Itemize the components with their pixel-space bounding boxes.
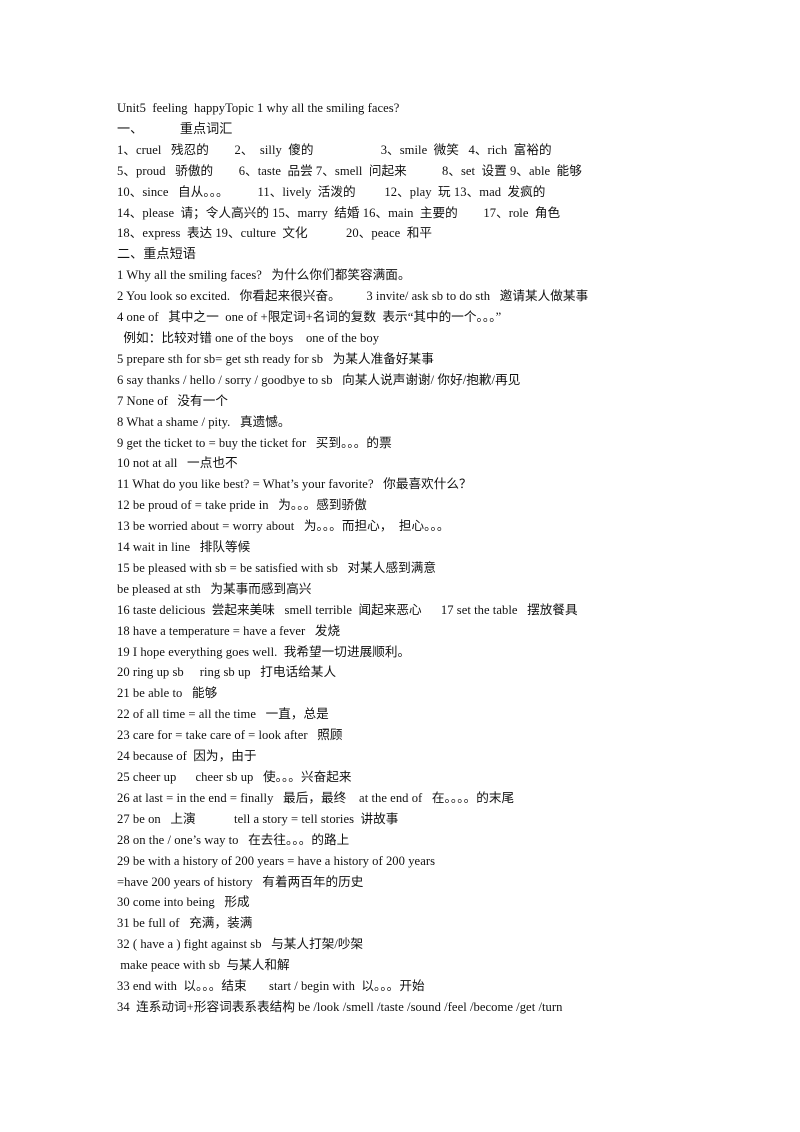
vocab-line: 1、cruel 残忍的 2、 silly 傻的 3、smile 微笑 4、ric… bbox=[117, 142, 552, 157]
phrase-line: be pleased at sth 为某事而感到高兴 bbox=[117, 581, 312, 596]
phrase-line: make peace with sb 与某人和解 bbox=[117, 958, 290, 973]
phrase-line: 4 one of 其中之一 one of +限定词+名词的复数 表示“其中的一个… bbox=[117, 310, 502, 325]
phrase-line: 29 be with a history of 200 years = have… bbox=[117, 853, 436, 868]
phrase-line: 9 get the ticket to = buy the ticket for… bbox=[117, 435, 392, 450]
phrase-line: 26 at last = in the end = finally 最后，最终 … bbox=[117, 790, 515, 805]
phrase-line: 34 连系动词+形容词表系表结构 be /look /smell /taste … bbox=[117, 999, 563, 1014]
phrase-line: 7 None of 没有一个 bbox=[117, 393, 228, 408]
vocab-line: 10、since 自从。。。 11、lively 活泼的 12、play 玩 1… bbox=[117, 184, 546, 199]
phrase-line: 6 say thanks / hello / sorry / goodbye t… bbox=[117, 372, 521, 387]
phrase-line: 14 wait in line 排队等候 bbox=[117, 540, 251, 555]
phrase-line: 33 end with 以。。。结束 start / begin with 以。… bbox=[117, 979, 425, 994]
phrase-line: 30 come into being 形成 bbox=[117, 895, 250, 910]
phrase-line: =have 200 years of history 有着两百年的历史 bbox=[117, 874, 364, 889]
phrase-line: 15 be pleased with sb = be satisfied wit… bbox=[117, 560, 437, 575]
section-heading-phrases: 二、重点短语 bbox=[117, 246, 196, 262]
phrase-line: 13 be worried about = worry about 为。。。而担… bbox=[117, 519, 450, 534]
phrase-line: 19 I hope everything goes well. 我希望一切进展顺… bbox=[117, 644, 411, 659]
section-heading-vocabulary: 一、 重点词汇 bbox=[117, 120, 233, 136]
phrase-line: 20 ring up sb ring sb up 打电话给某人 bbox=[117, 665, 337, 680]
vocab-line: 5、proud 骄傲的 6、taste 品尝 7、smell 问起来 8、set… bbox=[117, 163, 582, 178]
phrase-line: 31 be full of 充满，装满 bbox=[117, 916, 253, 931]
phrase-line: 18 have a temperature = have a fever 发烧 bbox=[117, 623, 341, 638]
document-body: Unit5 feeling happyTopic 1 why all the s… bbox=[117, 98, 717, 1039]
phrase-line: 25 cheer up cheer sb up 使。。。兴奋起来 bbox=[117, 770, 352, 784]
phrase-line: 21 be able to 能够 bbox=[117, 686, 218, 701]
vocab-line: 14、please 请；令人高兴的 15、marry 结婚 16、main 主要… bbox=[117, 205, 561, 220]
phrase-line: 32 ( have a ) fight against sb 与某人打架/吵架 bbox=[117, 937, 364, 952]
phrase-line bbox=[117, 1018, 717, 1039]
phrase-line: 27 be on 上演 tell a story = tell stories … bbox=[117, 811, 399, 826]
phrase-line: 12 be proud of = take pride in 为。。。感到骄傲 bbox=[117, 498, 367, 513]
phrase-line: 24 because of 因为，由于 bbox=[117, 749, 257, 764]
phrase-line: 23 care for = take care of = look after … bbox=[117, 728, 343, 743]
document-title: Unit5 feeling happyTopic 1 why all the s… bbox=[117, 101, 400, 115]
phrase-line: 22 of all time = all the time 一直，总是 bbox=[117, 707, 329, 722]
document-page: Unit5 feeling happyTopic 1 why all the s… bbox=[0, 0, 800, 1132]
phrase-line: 11 What do you like best? = What’s your … bbox=[117, 477, 472, 492]
phrase-line: 16 taste delicious 尝起来美味 smell terrible … bbox=[117, 602, 578, 617]
phrase-line: 2 You look so excited. 你看起来很兴奋。 3 invite… bbox=[117, 289, 589, 304]
phrase-line: 1 Why all the smiling faces? 为什么你们都笑容满面。 bbox=[117, 268, 411, 283]
vocab-line: 18、express 表达 19、culture 文化 20、peace 和平 bbox=[117, 226, 432, 241]
phrase-line: 28 on the / one’s way to 在去往。。。的路上 bbox=[117, 832, 350, 847]
phrase-line: 8 What a shame / pity. 真遗憾。 bbox=[117, 414, 291, 429]
phrase-line: 5 prepare sth for sb= get sth ready for … bbox=[117, 351, 434, 366]
phrase-line: 10 not at all 一点也不 bbox=[117, 456, 238, 471]
phrase-line: 例如：比较对错 one of the boys one of the boy bbox=[117, 330, 380, 345]
